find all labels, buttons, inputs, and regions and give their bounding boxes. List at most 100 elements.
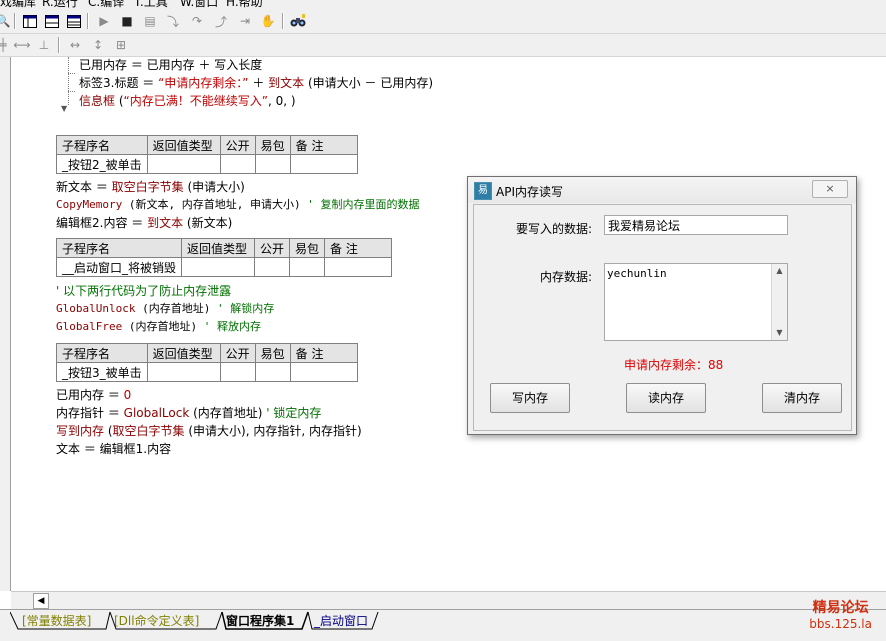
- menu-item-help[interactable]: H.帮助: [226, 0, 263, 9]
- menu-item-compile[interactable]: C.编译: [88, 0, 124, 9]
- step-over-icon[interactable]: ↷: [188, 12, 206, 30]
- easy-package-cell[interactable]: [289, 257, 326, 277]
- hand-icon[interactable]: ✋: [259, 12, 277, 30]
- header-return-type: 返回值类型: [146, 343, 221, 363]
- code-token: (内存首地址): [122, 320, 198, 333]
- header-public: 公开: [254, 238, 291, 258]
- code-line: 内存指针 ＝ GlobalLock (内存首地址) ' 锁定内存: [56, 405, 321, 421]
- header-easy-package: 易包: [254, 135, 291, 155]
- note-cell[interactable]: [289, 154, 358, 174]
- code-token: ' 复制内存里面的数据: [300, 198, 420, 211]
- width-icon[interactable]: ↔: [66, 36, 84, 54]
- code-token: (内存首地址): [135, 302, 211, 315]
- note-cell[interactable]: [289, 362, 358, 382]
- read-memory-button[interactable]: 读内存: [626, 383, 706, 413]
- layout1-icon[interactable]: [21, 12, 39, 30]
- toolbar-separator: [14, 13, 16, 29]
- code-line: 标签3.标题 ＝ “申请内存剩余：” ＋ 到文本 (申请大小 － 已用内存): [79, 75, 433, 91]
- code-token: 取空白字节集: [111, 180, 184, 194]
- memory-scrollbar[interactable]: ▲ ▼: [771, 264, 787, 340]
- subroutine-table-1: 子程序名 返回值类型 公开 易包 备 注 _按钮2_被单击: [56, 135, 358, 174]
- easy-package-cell[interactable]: [254, 362, 291, 382]
- step-icon[interactable]: ▤: [141, 12, 159, 30]
- write-memory-button[interactable]: 写内存: [490, 383, 570, 413]
- tool-icon[interactable]: 🔍: [0, 12, 12, 30]
- write-data-input[interactable]: 我爱精易论坛: [604, 215, 788, 235]
- app-icon: 易: [474, 182, 492, 200]
- code-token: 信息框: [79, 94, 116, 108]
- sub-name-cell[interactable]: _按钮3_被单击: [56, 362, 148, 382]
- code-token: (申请大小), 内存指针, 内存指针): [184, 424, 362, 438]
- scroll-up-icon[interactable]: ▲: [772, 264, 787, 278]
- size-icon[interactable]: ⊞: [112, 36, 130, 54]
- code-token: ' 以下两行代码为了防止内存泄露: [56, 284, 232, 298]
- step-into-icon[interactable]: ⤵: [164, 12, 182, 30]
- align-center-icon[interactable]: ⟷: [13, 36, 31, 54]
- code-line: 已用内存 ＝ 0: [56, 387, 131, 403]
- return-type-cell[interactable]: [181, 257, 256, 277]
- dialog-title-bar[interactable]: 易 API内存读写 ×: [468, 177, 856, 203]
- subroutine-table-2: 子程序名 返回值类型 公开 易包 备 注 __启动窗口_将被销毁: [55, 238, 393, 277]
- public-cell[interactable]: [254, 257, 291, 277]
- note-cell[interactable]: [324, 257, 393, 277]
- code-line: 信息框 (“内存已满！不能继续写入”, 0, ): [79, 93, 296, 109]
- code-token: “申请内存剩余：”: [158, 76, 249, 90]
- memory-data-textarea[interactable]: yechunlin ▲ ▼: [604, 263, 788, 341]
- run-to-cursor-icon[interactable]: ⇥: [236, 12, 254, 30]
- sub-name-cell[interactable]: _按钮2_被单击: [56, 154, 148, 174]
- public-cell[interactable]: [219, 154, 256, 174]
- status-remaining-label: 申请内存剩余：88: [624, 358, 724, 372]
- code-token: ' 释放内存: [197, 320, 261, 333]
- memory-data-label: 内存数据:: [540, 270, 593, 284]
- clear-memory-button[interactable]: 清内存: [762, 383, 842, 413]
- code-token: (: [104, 424, 113, 438]
- code-line: 文本 ＝ 编辑框1.内容: [56, 441, 171, 457]
- tab-outline: [10, 611, 379, 630]
- return-type-cell[interactable]: [146, 154, 221, 174]
- memory-data-text: yechunlin: [607, 267, 667, 280]
- header-public: 公开: [219, 135, 256, 155]
- code-token: “内存已满！不能继续写入”: [123, 94, 268, 108]
- menu-item-run[interactable]: R.运行: [42, 0, 78, 9]
- menu-item-window[interactable]: W.窗口: [180, 0, 218, 9]
- code-token: (新文本): [183, 216, 233, 230]
- menu-item-library[interactable]: 戏编库: [0, 0, 36, 9]
- dialog-body: 要写入的数据: 我爱精易论坛 内存数据: yechunlin ▲ ▼ 申请内存剩…: [473, 204, 852, 431]
- code-line: GlobalUnlock (内存首地址) ' 解锁内存: [56, 301, 274, 317]
- code-token: 已用内存 ＝: [56, 388, 124, 402]
- layout3-icon[interactable]: [65, 12, 83, 30]
- easy-package-cell[interactable]: [254, 154, 291, 174]
- flow-arrow-icon: ▼: [61, 104, 68, 113]
- subroutine-table-3: 子程序名 返回值类型 公开 易包 备 注 _按钮3_被单击: [56, 343, 358, 382]
- align-left-icon[interactable]: ╪: [0, 36, 12, 54]
- sub-name-cell[interactable]: __启动窗口_将被销毁: [55, 257, 183, 277]
- align-right-icon[interactable]: ⊥: [35, 36, 53, 54]
- code-line: CopyMemory (新文本, 内存首地址, 申请大小) ' 复制内存里面的数…: [56, 197, 419, 213]
- scroll-down-icon[interactable]: ▼: [772, 326, 787, 340]
- menu-item-tools[interactable]: T.工具: [134, 0, 168, 9]
- code-token: 文本 ＝ 编辑框1.内容: [56, 442, 172, 456]
- scroll-left-icon[interactable]: ◀: [33, 593, 49, 609]
- watermark-url: bbs.125.la: [809, 617, 872, 631]
- code-token: CopyMemory: [56, 198, 123, 211]
- return-type-cell[interactable]: [146, 362, 221, 382]
- code-token: 已用内存 ＝ 已用内存 ＋ 写入长度: [79, 58, 263, 72]
- code-token: ' 解锁内存: [210, 302, 275, 315]
- stop-icon[interactable]: ■: [118, 12, 136, 30]
- binoculars-icon[interactable]: [289, 12, 307, 30]
- close-button[interactable]: ×: [812, 180, 848, 198]
- dialog-title: API内存读写: [496, 185, 563, 199]
- main-toolbar: 🔍 ▶ ■ ▤ ⤵ ↷ ⤴ ⇥ ✋: [0, 9, 886, 34]
- horizontal-scrollbar[interactable]: ◀: [11, 591, 886, 609]
- layout2-icon[interactable]: [43, 12, 61, 30]
- toolbar-separator: [87, 13, 89, 29]
- run-icon[interactable]: ▶: [95, 12, 113, 30]
- public-cell[interactable]: [219, 362, 256, 382]
- step-out-icon[interactable]: ⤴: [212, 12, 230, 30]
- header-easy-package: 易包: [254, 343, 291, 363]
- code-token: 编辑框2.内容 ＝: [56, 216, 148, 230]
- code-token: GlobalLock: [123, 406, 190, 420]
- code-token: 到文本: [147, 216, 184, 230]
- code-line: ' 以下两行代码为了防止内存泄露: [56, 283, 231, 299]
- height-icon[interactable]: ↕: [89, 36, 107, 54]
